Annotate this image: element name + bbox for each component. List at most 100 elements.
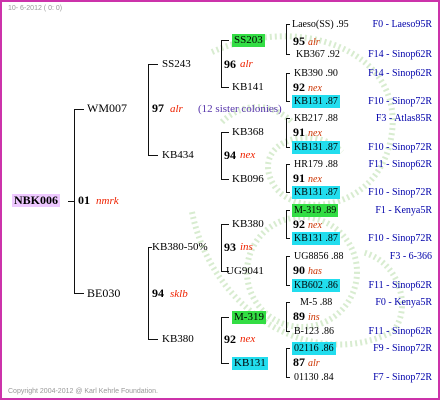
gen4-colony-name[interactable]: KB217 .88: [294, 112, 338, 125]
connector: [148, 64, 149, 155]
gen2-colony-name[interactable]: SS243: [162, 58, 191, 71]
connector: [286, 302, 287, 331]
gen4-breeding-line: F9 - Sinop72R: [373, 343, 432, 354]
gen1-colony-mark: sklb: [170, 288, 188, 300]
gen4-breeding-line: F11 - Sinop62R: [368, 159, 432, 170]
connector: [286, 256, 287, 285]
gen3-colony-name[interactable]: KB368: [232, 126, 264, 139]
gen3-colony-number: 91: [293, 171, 305, 185]
pedigree-frame: 10- 6-2012 ( 0: 0) NBK006 01 nmrk WM007 …: [0, 0, 440, 400]
gen4-breeding-line: F10 - Sinop72R: [368, 142, 432, 153]
gen3-colony-number: 89: [293, 309, 305, 323]
gen4-colony-name[interactable]: KB367 .92: [296, 48, 340, 61]
connector: [68, 201, 74, 202]
connector: [286, 118, 287, 147]
gen2-colony-number: 92: [224, 332, 236, 346]
gen4-breeding-line: F14 - Sinop62R: [368, 68, 432, 79]
gen2-colony-name[interactable]: KB380: [162, 333, 194, 346]
connector: [221, 317, 222, 363]
gen4-colony-name[interactable]: B-123 .86: [294, 325, 334, 338]
connector: [221, 132, 222, 179]
connector: [221, 224, 229, 225]
connector: [286, 210, 290, 211]
connector: [286, 302, 290, 303]
connector: [74, 293, 84, 294]
gen4-breeding-line: F10 - Sinop72R: [368, 187, 432, 198]
connector: [221, 40, 229, 41]
connector: [286, 377, 290, 378]
gen4-breeding-line: F11 - Sinop62R: [368, 280, 432, 291]
gen4-colony-name[interactable]: 02116 .86: [292, 342, 336, 355]
connector: [286, 256, 290, 257]
connector: [286, 73, 287, 101]
gen4-breeding-line: F0 - Laeso95R: [372, 19, 432, 30]
connector: [221, 317, 229, 318]
root-colony-number: 01: [78, 193, 90, 207]
gen3-colony-name[interactable]: SS203: [232, 34, 265, 47]
connector: [286, 348, 287, 377]
gen3-colony-mark: has: [308, 266, 322, 277]
gen4-colony-name[interactable]: KB131 .87: [292, 95, 340, 108]
gen3-colony-name[interactable]: KB380: [232, 218, 264, 231]
gen4-colony-name[interactable]: KB131 .87: [292, 232, 340, 245]
gen3-colony-name[interactable]: KB096: [232, 173, 264, 186]
connector: [286, 24, 287, 54]
gen3-colony-number: 90: [293, 263, 305, 277]
gen2-colony-mark: nex: [240, 149, 256, 161]
connector: [286, 147, 290, 148]
gen3-colony-name[interactable]: M-319: [232, 311, 266, 324]
connector: [286, 24, 290, 25]
gen3-colony-number: 95: [293, 34, 305, 48]
gen2-colony-number: 96: [224, 57, 236, 71]
gen1-colony-name[interactable]: BE030: [87, 287, 120, 300]
gen4-colony-name[interactable]: KB390 .90: [294, 67, 338, 80]
gen1-colony-number: 97: [152, 101, 164, 115]
gen3-colony-mark: nex: [308, 174, 322, 185]
gen3-colony-mark: ins: [308, 312, 320, 323]
connector: [286, 164, 290, 165]
gen1-colony-name[interactable]: WM007: [87, 102, 127, 115]
gen3-colony-mark: alr: [308, 358, 320, 369]
gen2-colony-mark: alr: [240, 58, 253, 70]
gen4-breeding-line: F10 - Sinop72R: [368, 233, 432, 244]
connector: [286, 54, 290, 55]
connector: [148, 64, 158, 65]
gen4-breeding-line: F14 - Sinop62R: [368, 49, 432, 60]
gen4-breeding-line: F7 - Sinop72R: [373, 372, 432, 383]
connector: [286, 73, 290, 74]
gen2-colony-name[interactable]: KB434: [162, 149, 194, 162]
gen3-colony-mark: nex: [308, 83, 322, 94]
connector: [221, 87, 229, 88]
gen4-colony-name[interactable]: M-5 .88: [300, 296, 332, 309]
gen3-colony-number: 87: [293, 355, 305, 369]
gen4-breeding-line: F0 - Kenya5R: [375, 297, 432, 308]
connector: [74, 109, 84, 110]
gen4-colony-name[interactable]: KB131 .87: [292, 141, 340, 154]
gen4-colony-name[interactable]: UG8856 .88: [294, 250, 343, 263]
gen3-colony-name[interactable]: UG9041: [226, 265, 264, 278]
gen3-colony-name[interactable]: KB141: [232, 81, 264, 94]
gen3-colony-number: 92: [293, 80, 305, 94]
connector: [286, 192, 290, 193]
gen2-colony-name[interactable]: KB380-50%: [152, 241, 208, 254]
gen3-colony-number: 91: [293, 125, 305, 139]
gen4-colony-name[interactable]: Laeso(SS) .95: [292, 18, 349, 31]
gen4-colony-name[interactable]: HR179 .88: [294, 158, 338, 171]
gen3-colony-name[interactable]: KB131: [232, 357, 268, 370]
gen1-colony-number: 94: [152, 286, 164, 300]
gen4-breeding-line: F3 - 6-366: [389, 251, 432, 262]
gen4-colony-name[interactable]: M-319 .89: [292, 204, 339, 217]
gen4-colony-name[interactable]: KB602 .86: [292, 279, 340, 292]
gen4-colony-name[interactable]: KB131 .87: [292, 186, 340, 199]
sister-colonies-note[interactable]: (12 sister colonies): [198, 103, 282, 116]
root-colony-name[interactable]: NBK006: [12, 194, 61, 207]
gen4-colony-name[interactable]: 01130 .84: [294, 371, 334, 384]
gen4-breeding-line: F10 - Sinop72R: [368, 96, 432, 107]
gen2-colony-number: 93: [224, 240, 236, 254]
connector: [148, 247, 149, 339]
connector: [286, 331, 290, 332]
date-header: 10- 6-2012 ( 0: 0): [8, 5, 63, 12]
connector: [286, 285, 290, 286]
connector: [286, 348, 290, 349]
gen3-colony-number: 92: [293, 217, 305, 231]
